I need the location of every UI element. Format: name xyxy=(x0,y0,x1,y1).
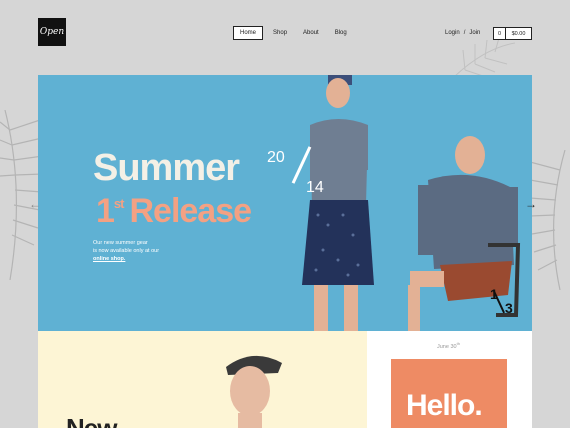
new-heading: New xyxy=(66,413,117,428)
new-arrivals-panel[interactable]: New xyxy=(38,331,367,428)
post-date-sup: th xyxy=(456,341,460,346)
hero-year-suffix: 14 xyxy=(306,179,324,196)
hero-title-release: 1st Release xyxy=(96,192,252,231)
arrow-right-icon[interactable]: → xyxy=(525,197,537,211)
main-nav: Home Shop About Blog xyxy=(233,26,357,40)
online-shop-link[interactable]: online shop. xyxy=(93,255,183,263)
palm-leaf-top xyxy=(455,38,515,77)
hero-desc-line-2: is now available only at our xyxy=(93,248,160,254)
cart-button[interactable]: 0 $0.00 xyxy=(493,27,532,40)
release-number: 1 xyxy=(96,192,115,230)
nav-home[interactable]: Home xyxy=(233,26,264,40)
nav-shop[interactable]: Shop xyxy=(267,26,293,40)
slide-total: 3 xyxy=(505,300,513,316)
arrow-left-icon[interactable]: ← xyxy=(29,197,41,211)
hello-text: Hello. xyxy=(406,389,483,422)
post-date-text: June 30 xyxy=(437,343,457,350)
palm-leaf-right xyxy=(530,150,566,290)
auth-separator: / xyxy=(463,30,466,36)
logo[interactable]: Open xyxy=(38,18,66,46)
auth-links: Login / Join xyxy=(445,30,480,36)
hero-desc-line-1: Our new summer gear xyxy=(93,240,148,246)
hero-slider: Summer 20 14 1st Release Our new summer g… xyxy=(38,75,532,331)
login-link[interactable]: Login xyxy=(445,30,460,36)
cart-total: $0.00 xyxy=(511,30,526,37)
blog-panel: June 30th Hello. xyxy=(367,331,532,428)
release-word: Release xyxy=(129,192,252,230)
hero-year-prefix: 20 xyxy=(267,149,285,166)
hero-description: Our new summer gear is now available onl… xyxy=(93,239,183,263)
hero-title-summer: Summer xyxy=(93,147,240,189)
logo-text: Open xyxy=(39,27,65,37)
cart-count: 0 xyxy=(494,28,506,39)
join-link[interactable]: Join xyxy=(469,30,480,36)
nav-blog[interactable]: Blog xyxy=(329,26,353,40)
hello-card[interactable]: Hello. xyxy=(391,359,507,428)
nav-about[interactable]: About xyxy=(297,26,325,40)
release-ordinal: st xyxy=(113,196,125,211)
post-date: June 30th xyxy=(437,341,460,350)
model-portrait-image xyxy=(226,355,282,428)
